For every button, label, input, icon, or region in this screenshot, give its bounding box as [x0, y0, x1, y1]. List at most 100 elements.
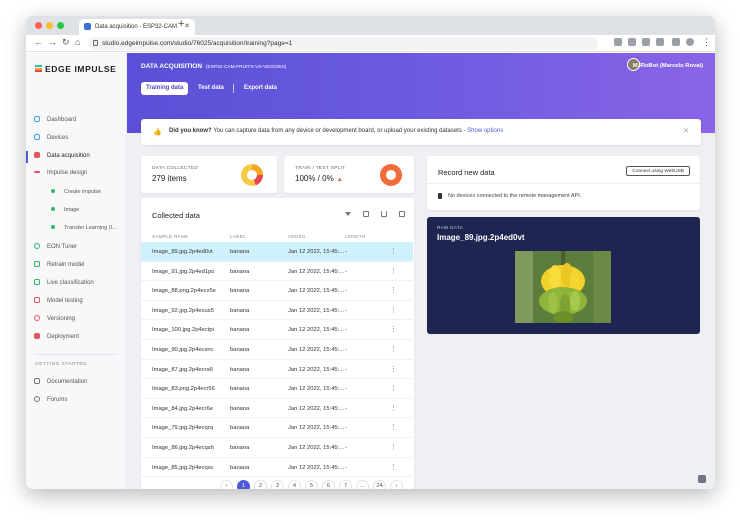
- table-row[interactable]: Image_90.jpg.2p4ecsnc banana Jan 12 2022, …: [141, 340, 413, 360]
- page-button[interactable]: 7: [339, 480, 352, 489]
- profile-icon[interactable]: [686, 38, 694, 46]
- tab-test-data[interactable]: Test data: [193, 82, 229, 95]
- length-cell: -: [345, 445, 347, 451]
- warning-icon: ▲: [336, 177, 343, 183]
- label-cell: banana: [230, 307, 250, 314]
- table-row[interactable]: Image_83.png.2p4ecr56 banana Jan 12 2022, …: [141, 379, 413, 399]
- show-options-link[interactable]: Show options: [467, 128, 503, 134]
- translate-icon[interactable]: [614, 38, 622, 46]
- close-window-button[interactable]: [35, 22, 42, 29]
- minimize-window-button[interactable]: [46, 22, 53, 29]
- col-length[interactable]: LENGTH: [345, 234, 365, 239]
- brand-name: EDGE IMPULSE: [45, 64, 117, 74]
- home-icon[interactable]: ⌂: [75, 37, 80, 47]
- col-label[interactable]: LABEL: [230, 234, 246, 239]
- label-cell: banana: [230, 288, 250, 295]
- label-cell: banana: [230, 425, 250, 432]
- table-row[interactable]: Image_85.jpg.2p4ecqsc banana Jan 12 2022, …: [141, 458, 413, 478]
- close-icon[interactable]: ✕: [683, 127, 689, 135]
- sidebar-subitem-transfer-learning[interactable]: Transfer Learning (I...: [51, 225, 117, 231]
- expand-icon[interactable]: [399, 211, 405, 217]
- favicon-icon: [84, 23, 91, 30]
- main-content: DATA ACQUISITION (ESP32-CAM-FRUITS-VS-VE…: [127, 53, 715, 489]
- sidebar-item-deployment[interactable]: Deployment: [34, 333, 79, 340]
- tab-training-data[interactable]: Training data: [141, 82, 189, 95]
- added-cell: Jan 12 2022, 15:45:...: [288, 445, 345, 451]
- sidebar-item-live-classification[interactable]: Live classification: [34, 279, 94, 286]
- back-icon[interactable]: ←: [34, 37, 43, 47]
- row-menu-icon[interactable]: ⋮: [390, 286, 397, 294]
- sidebar-item-data-acquisition[interactable]: Data acquisition: [34, 152, 90, 159]
- sidebar-item-impulse-design[interactable]: Impulse design: [34, 170, 87, 176]
- help-chat-icon[interactable]: [698, 475, 706, 483]
- address-bar[interactable]: studio.edgeimpulse.com/studio/76025/acqu…: [88, 37, 598, 50]
- sample-name-cell: Image_87.jpg.2p4ecra6: [152, 366, 213, 373]
- page-button[interactable]: 4: [288, 480, 301, 489]
- next-page-button[interactable]: ›: [390, 480, 403, 489]
- page-button[interactable]: ...: [356, 480, 369, 489]
- sidebar-item-devices[interactable]: Devices: [34, 134, 68, 141]
- page-button[interactable]: 24: [373, 480, 386, 489]
- new-tab-button[interactable]: +: [178, 18, 184, 30]
- length-cell: -: [345, 386, 347, 393]
- added-cell: Jan 12 2022, 15:45:...: [288, 327, 345, 334]
- maximize-window-button[interactable]: [57, 22, 64, 29]
- table-row[interactable]: Image_86.jpg.2p4ecqsh banana Jan 12 2022, …: [141, 438, 413, 458]
- sample-name-cell: Image_100.jpg.2p4ectpi: [152, 327, 214, 334]
- sidebar-subitem-image[interactable]: Image: [51, 207, 79, 213]
- browser-menu-icon[interactable]: ⋮: [702, 37, 711, 48]
- page-button[interactable]: 5: [305, 480, 318, 489]
- sidebar-item-versioning[interactable]: Versioning: [34, 315, 75, 322]
- row-menu-icon[interactable]: ⋮: [390, 306, 397, 314]
- row-menu-icon[interactable]: ⋮: [390, 247, 397, 255]
- forward-icon[interactable]: →: [48, 37, 57, 47]
- zoom-icon[interactable]: [628, 38, 636, 46]
- table-row[interactable]: Image_91.jpg.2p4ed1po banana Jan 12 2022, …: [141, 262, 413, 282]
- table-row[interactable]: Image_88.png.2p4ecv5e banana Jan 12 2022, …: [141, 281, 413, 301]
- table-row[interactable]: Image_89.jpg.2p4ed0vt banana Jan 12 2022, …: [141, 242, 413, 262]
- book-icon: [34, 378, 40, 384]
- bookmark-star-icon[interactable]: [656, 38, 664, 46]
- filter-icon[interactable]: [345, 212, 351, 216]
- tab-export-data[interactable]: Export data: [239, 82, 282, 95]
- table-row[interactable]: Image_84.jpg.2p4ecr6e banana Jan 12 2022, …: [141, 399, 413, 419]
- user-name[interactable]: MJRoBot (Marcelo Rovai): [633, 63, 703, 69]
- share-icon[interactable]: [642, 38, 650, 46]
- row-menu-icon[interactable]: ⋮: [390, 404, 397, 412]
- table-row[interactable]: Image_100.jpg.2p4ectpi banana Jan 12 2022,…: [141, 320, 413, 340]
- page-button[interactable]: 6: [322, 480, 335, 489]
- row-menu-icon[interactable]: ⋮: [390, 443, 397, 451]
- row-menu-icon[interactable]: ⋮: [390, 384, 397, 392]
- row-menu-icon[interactable]: ⋮: [390, 463, 397, 471]
- reload-icon[interactable]: ↻: [62, 37, 70, 48]
- sidebar-item-dashboard[interactable]: Dashboard: [34, 116, 76, 123]
- sidebar-item-retrain-model[interactable]: Retrain model: [34, 261, 84, 268]
- row-menu-icon[interactable]: ⋮: [390, 267, 397, 275]
- connect-webusb-button[interactable]: Connect using WebUSB: [626, 166, 690, 176]
- page-button[interactable]: 3: [271, 480, 284, 489]
- sidebar-item-model-testing[interactable]: Model testing: [34, 297, 83, 304]
- table-row[interactable]: Image_92.jpg.2p4ecus5 banana Jan 12 2022, …: [141, 301, 413, 321]
- col-sample-name[interactable]: SAMPLE NAME: [152, 234, 189, 239]
- upload-icon[interactable]: [381, 211, 387, 217]
- select-icon[interactable]: [363, 211, 369, 217]
- sidebar-item-documentation[interactable]: Documentation: [34, 378, 87, 385]
- page-button[interactable]: 2: [254, 480, 267, 489]
- added-cell: Jan 12 2022, 15:45:...: [288, 307, 345, 314]
- extensions-icon[interactable]: [672, 38, 680, 46]
- brand-logo[interactable]: EDGE IMPULSE: [35, 64, 117, 74]
- col-added[interactable]: ADDED: [288, 234, 306, 239]
- row-menu-icon[interactable]: ⋮: [390, 423, 397, 431]
- row-menu-icon[interactable]: ⋮: [390, 365, 397, 373]
- sidebar-item-eon-tuner[interactable]: EON Tuner: [34, 243, 77, 250]
- table-row[interactable]: Image_87.jpg.2p4ecra6 banana Jan 12 2022, …: [141, 360, 413, 380]
- row-menu-icon[interactable]: ⋮: [390, 325, 397, 333]
- sidebar-item-forums[interactable]: Forums: [34, 396, 67, 403]
- prev-page-button[interactable]: ‹: [220, 480, 233, 489]
- length-cell: -: [345, 464, 347, 471]
- sidebar-subitem-create-impulse[interactable]: Create impulse: [51, 189, 101, 195]
- table-row[interactable]: Image_79.jpg.2p4ecqrq banana Jan 12 2022, …: [141, 418, 413, 438]
- page-button[interactable]: 1: [237, 480, 250, 489]
- row-menu-icon[interactable]: ⋮: [390, 345, 397, 353]
- close-tab-icon[interactable]: ✕: [184, 22, 190, 30]
